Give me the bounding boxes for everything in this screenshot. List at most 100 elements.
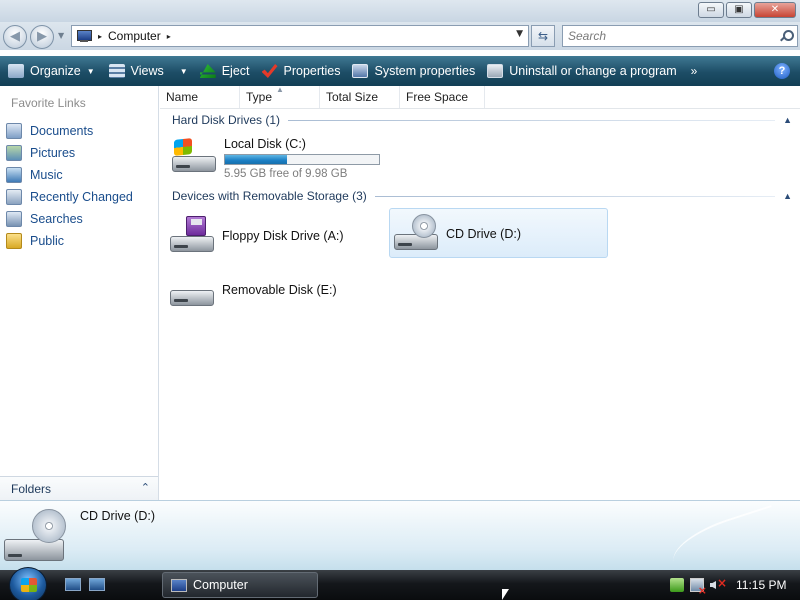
favorite-links-heading: Favorite Links: [11, 96, 86, 110]
details-pane: CD Drive (D:): [0, 500, 800, 578]
taskbar-button-label: Computer: [193, 578, 248, 592]
favorite-link-public[interactable]: Public: [6, 230, 133, 252]
favorite-link-documents[interactable]: Documents: [6, 120, 133, 142]
recent-pages-dropdown-icon[interactable]: ▼: [58, 31, 64, 40]
group-label: Devices with Removable Storage (3): [172, 189, 367, 203]
group-header-removable-storage[interactable]: Devices with Removable Storage (3) ▲: [172, 186, 796, 206]
drive-name: Local Disk (C:): [224, 137, 306, 151]
show-desktop-icon[interactable]: [65, 578, 81, 591]
maximize-button[interactable]: ▣: [726, 2, 752, 18]
details-item-name: CD Drive (D:): [80, 509, 155, 523]
pictures-icon: [6, 145, 22, 161]
title-bar: ▭ ▣ ✕: [0, 0, 800, 22]
help-icon[interactable]: ?: [774, 63, 790, 79]
taskbar-button-computer[interactable]: Computer: [162, 572, 318, 598]
views-icon: [108, 64, 125, 78]
address-bar[interactable]: ▸ Computer ▸ ▼: [71, 25, 529, 47]
favorite-link-label: Documents: [30, 124, 94, 138]
drive-local-disk-c[interactable]: Local Disk (C:) 5.95 GB free of 9.98 GB: [168, 134, 398, 182]
favorite-link-label: Recently Changed: [30, 190, 133, 204]
window-controls: ▭ ▣ ✕: [698, 2, 796, 18]
group-header-hard-disk-drives[interactable]: Hard Disk Drives (1) ▲: [172, 110, 796, 130]
drive-floppy-a[interactable]: Floppy Disk Drive (A:): [168, 210, 382, 258]
uninstall-icon: [487, 64, 504, 78]
favorite-link-recently-changed[interactable]: Recently Changed: [6, 186, 133, 208]
drive-removable-e[interactable]: Removable Disk (E:): [168, 266, 382, 314]
network-disconnected-icon[interactable]: [690, 578, 707, 597]
free-space-text: 5.95 GB free of 9.98 GB: [224, 168, 348, 180]
capacity-bar-fill: [225, 155, 288, 164]
drive-name: Floppy Disk Drive (A:): [222, 229, 344, 243]
favorite-links-list: Documents Pictures Music Recently Change…: [6, 120, 133, 252]
breadcrumb-separator-icon[interactable]: ▸: [98, 32, 102, 41]
decorative-swoosh: [666, 504, 784, 578]
collapse-chevron-icon[interactable]: ▲: [783, 115, 792, 125]
minimize-button[interactable]: ▭: [698, 2, 724, 18]
collapse-chevron-icon[interactable]: ▲: [783, 191, 792, 201]
breadcrumb-computer[interactable]: Computer: [108, 29, 161, 43]
close-button[interactable]: ✕: [754, 2, 796, 18]
favorite-link-label: Searches: [30, 212, 83, 226]
more-commands-icon[interactable]: »: [691, 64, 698, 78]
favorite-link-label: Public: [30, 234, 65, 248]
capacity-bar: [224, 154, 380, 165]
search-icon[interactable]: [780, 30, 794, 42]
column-header-name[interactable]: Name: [160, 86, 240, 108]
file-list-pane: Name Type ▲ Total Size Free Space Hard D…: [160, 85, 800, 500]
column-header-type[interactable]: Type ▲: [240, 85, 320, 108]
views-button[interactable]: Views ▼: [108, 56, 188, 86]
system-properties-icon: [352, 64, 369, 78]
eject-button[interactable]: Eject: [199, 56, 250, 86]
chevron-up-icon: ⌃: [140, 482, 150, 494]
column-header-free-space[interactable]: Free Space: [400, 86, 485, 108]
system-properties-label: System properties: [374, 64, 476, 78]
drive-cd-d[interactable]: CD Drive (D:): [389, 208, 608, 258]
clock[interactable]: 11:15 PM: [736, 578, 786, 592]
back-arrow-icon: ◀: [10, 29, 20, 44]
security-center-icon[interactable]: [670, 578, 684, 592]
folders-label: Folders: [11, 481, 52, 496]
uninstall-button[interactable]: Uninstall or change a program: [487, 56, 677, 86]
folders-toggle[interactable]: Folders ⌃: [0, 476, 158, 500]
favorite-link-label: Pictures: [30, 146, 76, 160]
refresh-button[interactable]: ⇆: [531, 25, 555, 47]
favorite-link-searches[interactable]: Searches: [6, 208, 133, 230]
address-dropdown-icon[interactable]: ▼: [516, 29, 523, 39]
uninstall-label: Uninstall or change a program: [509, 64, 677, 78]
favorite-link-music[interactable]: Music: [6, 164, 133, 186]
start-orb-icon[interactable]: [9, 567, 47, 600]
music-icon: [6, 167, 22, 183]
windows-logo-icon: [174, 138, 192, 156]
public-folder-icon: [6, 233, 22, 249]
computer-icon: [76, 29, 92, 43]
favorite-link-pictures[interactable]: Pictures: [6, 142, 133, 164]
group-divider: [374, 195, 776, 197]
taskbar: Computer 11:15 PM: [0, 567, 800, 600]
search-input[interactable]: Search: [562, 25, 798, 47]
address-row: ◀ ▶ ▼ ▸ Computer ▸ ▼ ⇆ Search: [0, 22, 800, 50]
column-header-total-size[interactable]: Total Size: [320, 86, 400, 108]
organize-button[interactable]: Organize ▼: [8, 56, 95, 86]
cd-disc-icon: [412, 214, 436, 238]
properties-button[interactable]: Properties: [261, 56, 341, 86]
navigation-pane: Favorite Links Documents Pictures Music …: [0, 86, 159, 500]
forward-arrow-icon: ▶: [37, 29, 47, 44]
hard-disk-icon: [170, 136, 218, 176]
group-label: Hard Disk Drives (1): [172, 113, 281, 127]
switch-windows-icon[interactable]: [89, 578, 105, 591]
refresh-icon: ⇆: [537, 29, 549, 43]
volume-muted-icon[interactable]: [710, 576, 727, 592]
searches-icon: [6, 211, 22, 227]
drive-name: Removable Disk (E:): [222, 283, 337, 297]
search-placeholder: Search: [568, 29, 607, 43]
breadcrumb-separator-icon[interactable]: ▸: [167, 32, 171, 41]
column-header-type-label: Type: [246, 90, 273, 104]
organize-icon: [8, 64, 24, 78]
sort-ascending-icon: ▲: [276, 85, 284, 94]
forward-button[interactable]: ▶: [30, 25, 54, 49]
properties-label: Properties: [283, 64, 341, 78]
system-properties-button[interactable]: System properties: [352, 56, 475, 86]
organize-label: Organize: [30, 64, 81, 78]
back-button[interactable]: ◀: [3, 25, 27, 49]
drive-name: CD Drive (D:): [446, 227, 521, 241]
